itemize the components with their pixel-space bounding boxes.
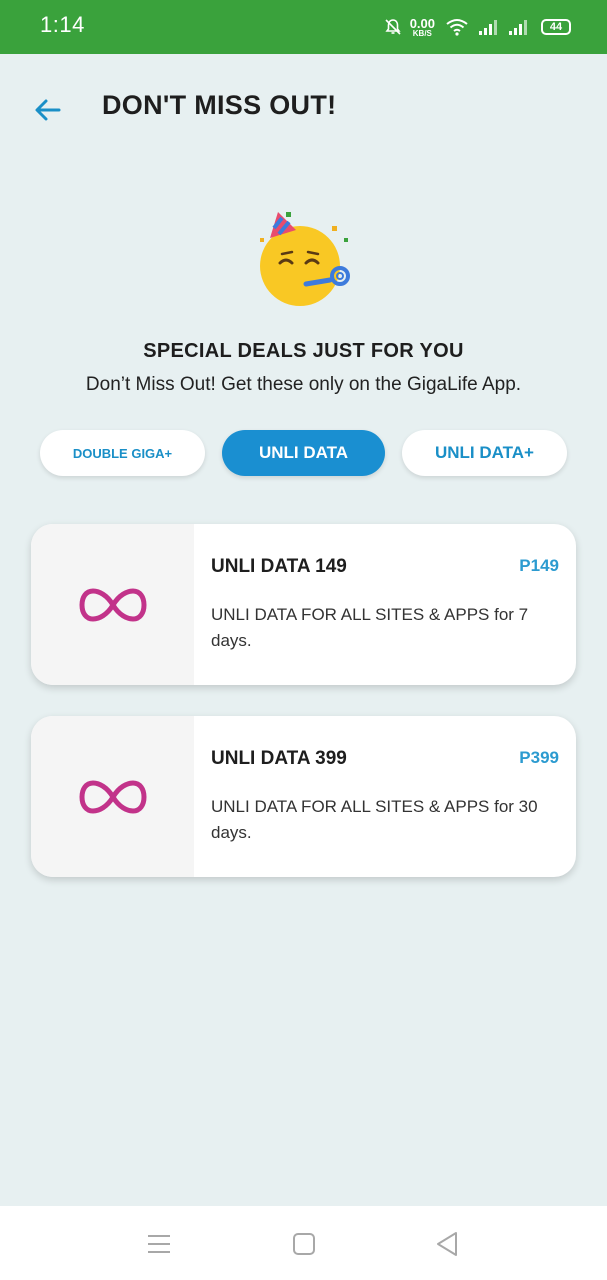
offer-name: UNLI DATA 149 (211, 556, 347, 577)
wifi-icon (446, 19, 468, 36)
offer-price: P399 (519, 748, 559, 767)
status-bar: 1:14 0.00 KB/S 44 (0, 0, 607, 54)
back-icon[interactable] (432, 1230, 462, 1258)
deals-subtitle: Don’t Miss Out! Get these only on the Gi… (85, 374, 522, 395)
back-arrow-icon (35, 99, 61, 121)
signal-icon (509, 20, 527, 35)
offer-icon-panel (31, 524, 194, 685)
net-speed-value: 0.00 (409, 15, 435, 31)
home-icon[interactable] (289, 1230, 319, 1258)
status-time: 1:14 (40, 12, 85, 37)
menu-icon[interactable] (144, 1230, 174, 1258)
page-header: DON'T MISS OUT! (0, 54, 607, 164)
system-nav-bar (0, 1206, 607, 1280)
tab-unli-data-plus[interactable]: UNLI DATA+ (402, 430, 567, 476)
battery-icon: 44 (541, 19, 571, 35)
mute-bell-icon (385, 19, 401, 35)
infinity-icon (78, 587, 147, 622)
offer-card[interactable]: UNLI DATA 149 P149 UNLI DATA FOR ALL SIT… (31, 524, 576, 685)
back-button[interactable] (30, 92, 66, 128)
offer-price: P149 (519, 556, 559, 575)
net-speed: 0.00 KB/S (410, 17, 435, 38)
deals-title: SPECIAL DEALS JUST FOR YOU (143, 340, 464, 362)
signal-icon (479, 20, 497, 35)
offer-description: UNLI DATA FOR ALL SITES & APPS for 30 da… (211, 797, 538, 842)
page-title: DON'T MISS OUT! (102, 90, 337, 120)
net-speed-unit: KB/S (412, 28, 432, 38)
tab-unli-data[interactable]: UNLI DATA (222, 430, 385, 476)
infinity-icon (78, 779, 147, 814)
status-icons: 0.00 KB/S 44 (384, 12, 571, 42)
offer-name: UNLI DATA 399 (211, 748, 347, 769)
tab-double-giga-plus[interactable]: DOUBLE GIGA+ (40, 430, 205, 476)
offer-description: UNLI DATA FOR ALL SITES & APPS for 7 day… (211, 605, 529, 650)
party-face-emoji (260, 212, 350, 306)
offer-icon-panel (31, 716, 194, 877)
offer-card[interactable]: UNLI DATA 399 P399 UNLI DATA FOR ALL SIT… (31, 716, 576, 877)
